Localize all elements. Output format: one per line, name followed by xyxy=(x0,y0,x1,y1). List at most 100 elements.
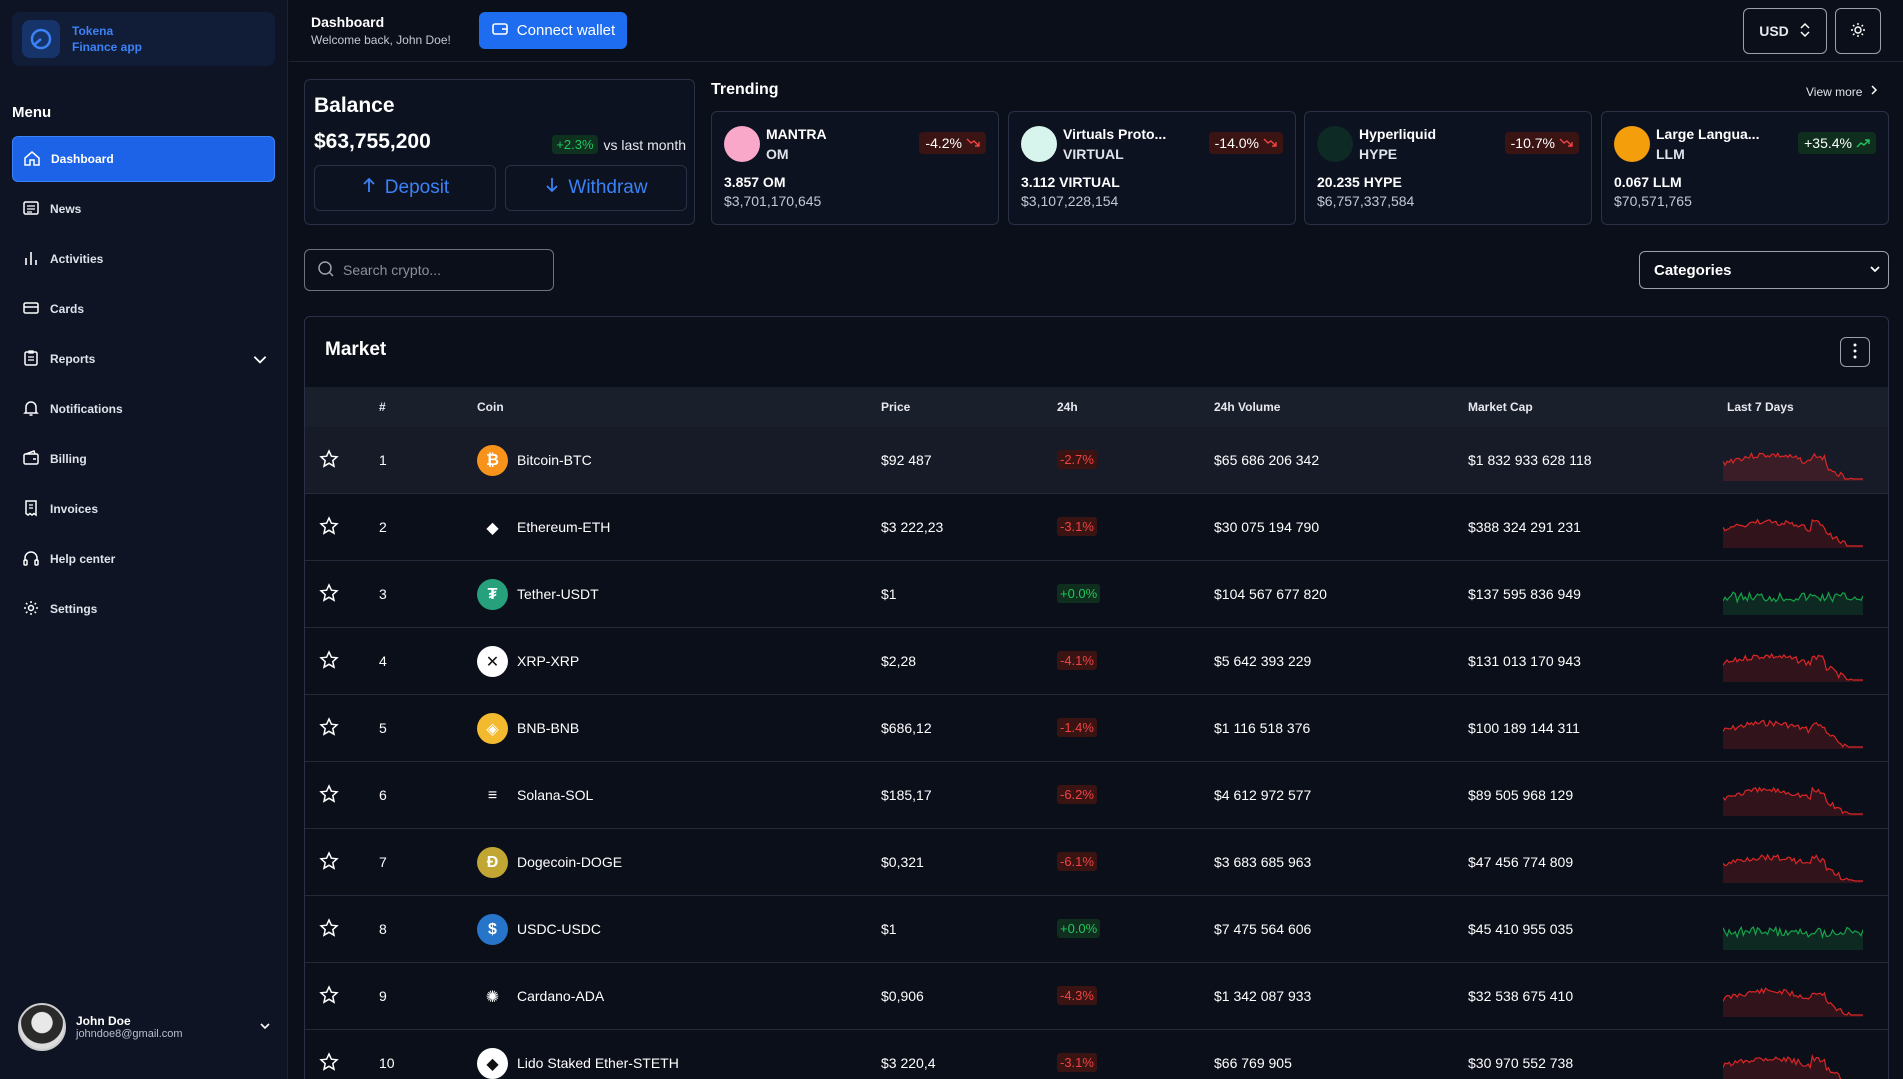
star-icon[interactable] xyxy=(319,851,339,874)
trending-coin-symbol: VIRTUAL xyxy=(1063,146,1124,162)
sidebar-item-label: Help center xyxy=(50,552,116,566)
star-icon[interactable] xyxy=(319,717,339,740)
trending-card[interactable]: MANTRA OM -4.2% 3.857 OM $3,701,170,645 xyxy=(711,111,999,225)
coin-name[interactable]: Lido Staked Ether-STETH xyxy=(517,1055,679,1071)
coin-name[interactable]: BNB-BNB xyxy=(517,720,579,736)
connect-wallet-button[interactable]: Connect wallet xyxy=(479,12,627,49)
coin-logo-icon: ✺ xyxy=(477,981,508,1012)
trending-card[interactable]: Virtuals Proto... VIRTUAL -14.0% 3.112 V… xyxy=(1008,111,1296,225)
coin-change-24h: -6.1% xyxy=(1057,852,1097,871)
sidebar: Tokena Finance app Menu Dashboard News A… xyxy=(0,0,288,1079)
table-row[interactable]: 4 ✕ XRP-XRP $2,28 -4.1% $5 642 393 229 $… xyxy=(305,628,1888,695)
sidebar-item-label: Reports xyxy=(50,352,96,366)
sidebar-item-billing[interactable]: Billing xyxy=(12,436,275,482)
sparkline-chart xyxy=(1723,1053,1843,1079)
table-row[interactable]: 5 ◈ BNB-BNB $686,12 -1.4% $1 116 518 376… xyxy=(305,695,1888,762)
star-icon[interactable] xyxy=(319,918,339,941)
sidebar-item-cards[interactable]: Cards xyxy=(12,286,275,332)
trending-card[interactable]: Large Langua... LLM +35.4% 0.067 LLM $70… xyxy=(1601,111,1889,225)
star-icon[interactable] xyxy=(319,784,339,807)
search-box[interactable] xyxy=(304,249,554,291)
sidebar-item-label: Dashboard xyxy=(51,152,114,166)
wallet-icon xyxy=(491,20,509,42)
trend-down-icon xyxy=(966,135,980,151)
coin-price: $0,906 xyxy=(881,988,924,1004)
coin-logo-icon: ₿ xyxy=(477,445,508,476)
coin-name[interactable]: XRP-XRP xyxy=(517,653,579,669)
star-icon[interactable] xyxy=(319,583,339,606)
table-row[interactable]: 3 ₮ Tether-USDT $1 +0.0% $104 567 677 82… xyxy=(305,561,1888,628)
sidebar-item-settings[interactable]: Settings xyxy=(12,586,275,632)
sidebar-item-activities[interactable]: Activities xyxy=(12,236,275,282)
star-icon[interactable] xyxy=(319,449,339,472)
table-row[interactable]: 1 ₿ Bitcoin-BTC $92 487 -2.7% $65 686 20… xyxy=(305,427,1888,494)
deposit-button[interactable]: Deposit xyxy=(314,165,496,211)
star-icon[interactable] xyxy=(319,650,339,673)
withdraw-button[interactable]: Withdraw xyxy=(505,165,687,211)
star-icon[interactable] xyxy=(319,1052,339,1075)
table-row[interactable]: 8 $ USDC-USDC $1 +0.0% $7 475 564 606 $4… xyxy=(305,896,1888,963)
coin-name[interactable]: Dogecoin-DOGE xyxy=(517,854,622,870)
trend-down-icon xyxy=(1263,135,1277,151)
arrow-down-icon xyxy=(544,176,560,200)
headphones-icon xyxy=(22,549,40,570)
coin-volume: $3 683 685 963 xyxy=(1214,854,1312,870)
coin-name[interactable]: Bitcoin-BTC xyxy=(517,452,592,468)
view-more-label: View more xyxy=(1806,84,1863,99)
coin-name[interactable]: Cardano-ADA xyxy=(517,988,604,1004)
sidebar-item-reports[interactable]: Reports xyxy=(12,336,275,382)
trending-change-badge: -14.0% xyxy=(1208,132,1283,154)
sidebar-item-dashboard[interactable]: Dashboard xyxy=(12,136,275,182)
column-header[interactable]: Market Cap xyxy=(1468,400,1533,414)
sparkline-chart xyxy=(1723,451,1863,481)
sidebar-item-invoices[interactable]: Invoices xyxy=(12,486,275,532)
trending-coin-cap: $70,571,765 xyxy=(1614,193,1692,209)
market-options-button[interactable] xyxy=(1840,337,1870,367)
sidebar-item-news[interactable]: News xyxy=(12,186,275,232)
coin-volume: $5 642 393 229 xyxy=(1214,653,1312,669)
sidebar-item-notifications[interactable]: Notifications xyxy=(12,386,275,432)
trending-coin-name: Virtuals Proto... xyxy=(1063,126,1167,142)
search-input[interactable] xyxy=(343,262,543,278)
coin-logo-icon xyxy=(1614,126,1650,162)
column-header[interactable]: 24h xyxy=(1057,400,1078,414)
table-row[interactable]: 2 ◆ Ethereum-ETH $3 222,23 -3.1% $30 075… xyxy=(305,494,1888,561)
brand-logo-block[interactable]: Tokena Finance app xyxy=(12,12,275,66)
coin-rank: 6 xyxy=(379,787,387,803)
star-icon[interactable] xyxy=(319,985,339,1008)
coin-change-24h: -2.7% xyxy=(1057,450,1097,469)
view-more-link[interactable]: View more xyxy=(1806,84,1878,99)
market-title: Market xyxy=(325,339,387,360)
coin-name[interactable]: Tether-USDT xyxy=(517,586,599,602)
coin-price: $686,12 xyxy=(881,720,932,736)
table-row[interactable]: 10 ◆ Lido Staked Ether-STETH $3 220,4 -3… xyxy=(305,1030,1888,1079)
coin-price: $92 487 xyxy=(881,452,932,468)
currency-select[interactable]: USD xyxy=(1743,8,1827,54)
sidebar-item-label: Settings xyxy=(50,602,98,616)
column-header[interactable]: Last 7 Days xyxy=(1727,400,1794,414)
theme-toggle-button[interactable] xyxy=(1835,8,1881,54)
coin-name[interactable]: Solana-SOL xyxy=(517,787,593,803)
user-profile[interactable]: John Doe johndoe8@gmail.com xyxy=(18,1002,273,1052)
sidebar-item-help-center[interactable]: Help center xyxy=(12,536,275,582)
table-row[interactable]: 6 ≡ Solana-SOL $185,17 -6.2% $4 612 972 … xyxy=(305,762,1888,829)
table-row[interactable]: 9 ✺ Cardano-ADA $0,906 -4.3% $1 342 087 … xyxy=(305,963,1888,1030)
coin-volume: $104 567 677 820 xyxy=(1214,586,1327,602)
categories-select[interactable]: Categories xyxy=(1639,251,1889,289)
star-icon[interactable] xyxy=(319,516,339,539)
column-header[interactable]: # xyxy=(379,400,386,414)
coin-volume: $7 475 564 606 xyxy=(1214,921,1312,937)
column-header[interactable]: Price xyxy=(881,400,910,414)
coin-name[interactable]: Ethereum-ETH xyxy=(517,519,610,535)
sparkline-chart xyxy=(1723,591,1863,615)
table-row[interactable]: 7 Ð Dogecoin-DOGE $0,321 -6.1% $3 683 68… xyxy=(305,829,1888,896)
trending-card[interactable]: Hyperliquid HYPE -10.7% 20.235 HYPE $6,7… xyxy=(1304,111,1592,225)
trending-coin-price: 3.857 OM xyxy=(724,174,786,190)
coin-name[interactable]: USDC-USDC xyxy=(517,921,601,937)
trending-coin-name: Large Langua... xyxy=(1656,126,1760,142)
coin-change-24h: -1.4% xyxy=(1057,718,1097,737)
column-header[interactable]: Coin xyxy=(477,400,504,414)
chevron-down-icon[interactable] xyxy=(257,1018,273,1037)
coin-market-cap: $131 013 170 943 xyxy=(1468,653,1581,669)
column-header[interactable]: 24h Volume xyxy=(1214,400,1280,414)
